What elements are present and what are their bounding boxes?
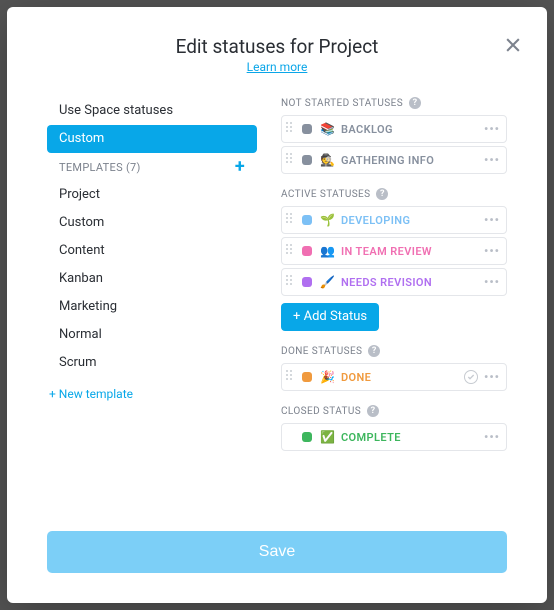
- status-row[interactable]: 📚 BACKLOG•••: [281, 115, 507, 143]
- close-icon: [503, 35, 523, 55]
- help-icon[interactable]: ?: [367, 405, 379, 417]
- use-space-statuses[interactable]: Use Space statuses: [47, 97, 257, 125]
- status-color-chip: [302, 372, 312, 382]
- status-label: DEVELOPING: [341, 214, 484, 227]
- status-label: IN TEAM REVIEW: [341, 245, 484, 258]
- done-label: DONE STATUSES ?: [281, 345, 507, 357]
- status-emoji: ✅: [320, 430, 335, 444]
- not-started-label: NOT STARTED STATUSES ?: [281, 97, 507, 109]
- drag-handle-icon[interactable]: [286, 122, 296, 136]
- status-emoji: 👥: [320, 244, 335, 258]
- check-icon[interactable]: [464, 370, 478, 384]
- status-emoji: 🕵️: [320, 153, 335, 167]
- status-emoji: 🎉: [320, 370, 335, 384]
- closed-label: CLOSED STATUS ?: [281, 405, 507, 417]
- template-item[interactable]: Custom: [47, 209, 257, 237]
- status-color-chip: [302, 432, 312, 442]
- left-column: Use Space statuses Custom TEMPLATES (7) …: [47, 85, 257, 511]
- template-item[interactable]: Project: [47, 181, 257, 209]
- status-color-chip: [302, 215, 312, 225]
- drag-handle-icon[interactable]: [286, 370, 296, 384]
- edit-statuses-modal: Edit statuses for Project Learn more Use…: [7, 7, 547, 603]
- template-item[interactable]: Kanban: [47, 265, 257, 293]
- more-icon[interactable]: •••: [484, 152, 500, 168]
- status-color-chip: [302, 155, 312, 165]
- status-row[interactable]: 🕵️ GATHERING INFO•••: [281, 146, 507, 174]
- custom-option[interactable]: Custom: [47, 125, 257, 153]
- status-label: DONE: [341, 371, 464, 384]
- template-item[interactable]: Marketing: [47, 293, 257, 321]
- modal-body: Use Space statuses Custom TEMPLATES (7) …: [7, 85, 547, 511]
- help-icon[interactable]: ?: [409, 97, 421, 109]
- modal-header: Edit statuses for Project Learn more: [7, 7, 547, 85]
- template-item[interactable]: Scrum: [47, 349, 257, 377]
- status-label: GATHERING INFO: [341, 154, 484, 167]
- drag-handle-icon[interactable]: [286, 275, 296, 289]
- modal-title: Edit statuses for Project: [27, 35, 527, 58]
- help-icon[interactable]: ?: [368, 345, 380, 357]
- status-color-chip: [302, 246, 312, 256]
- status-label: NEEDS REVISION: [341, 276, 484, 289]
- status-row[interactable]: ✅ COMPLETE•••: [281, 423, 507, 451]
- modal-footer: Save: [7, 511, 547, 603]
- add-template-icon[interactable]: +: [235, 158, 245, 176]
- more-icon[interactable]: •••: [484, 243, 500, 259]
- status-label: COMPLETE: [341, 431, 484, 444]
- drag-handle-icon[interactable]: [286, 153, 296, 167]
- more-icon[interactable]: •••: [484, 274, 500, 290]
- save-button[interactable]: Save: [47, 531, 507, 573]
- status-row[interactable]: 🖌️ NEEDS REVISION•••: [281, 268, 507, 296]
- status-emoji: 🖌️: [320, 275, 335, 289]
- learn-more-link[interactable]: Learn more: [247, 60, 308, 74]
- more-icon[interactable]: •••: [484, 369, 500, 385]
- status-row[interactable]: 👥 IN TEAM REVIEW•••: [281, 237, 507, 265]
- more-icon[interactable]: •••: [484, 212, 500, 228]
- template-item[interactable]: Normal: [47, 321, 257, 349]
- drag-handle-icon[interactable]: [286, 244, 296, 258]
- status-emoji: 📚: [320, 122, 335, 136]
- add-status-button[interactable]: + Add Status: [281, 303, 379, 331]
- template-item[interactable]: Content: [47, 237, 257, 265]
- more-icon[interactable]: •••: [484, 121, 500, 137]
- templates-header: TEMPLATES (7) +: [47, 153, 257, 181]
- status-color-chip: [302, 277, 312, 287]
- help-icon[interactable]: ?: [376, 188, 388, 200]
- templates-header-label: TEMPLATES (7): [59, 161, 141, 174]
- close-button[interactable]: [503, 35, 523, 55]
- active-label: ACTIVE STATUSES ?: [281, 188, 507, 200]
- right-column: NOT STARTED STATUSES ? 📚BACKLOG•••🕵️GATH…: [281, 85, 507, 511]
- drag-handle-icon[interactable]: [286, 213, 296, 227]
- status-row[interactable]: 🎉 DONE •••: [281, 363, 507, 391]
- new-template-link[interactable]: + New template: [47, 387, 257, 401]
- status-label: BACKLOG: [341, 123, 484, 136]
- more-icon[interactable]: •••: [484, 429, 500, 445]
- status-emoji: 🌱: [320, 213, 335, 227]
- status-color-chip: [302, 124, 312, 134]
- status-row[interactable]: 🌱 DEVELOPING•••: [281, 206, 507, 234]
